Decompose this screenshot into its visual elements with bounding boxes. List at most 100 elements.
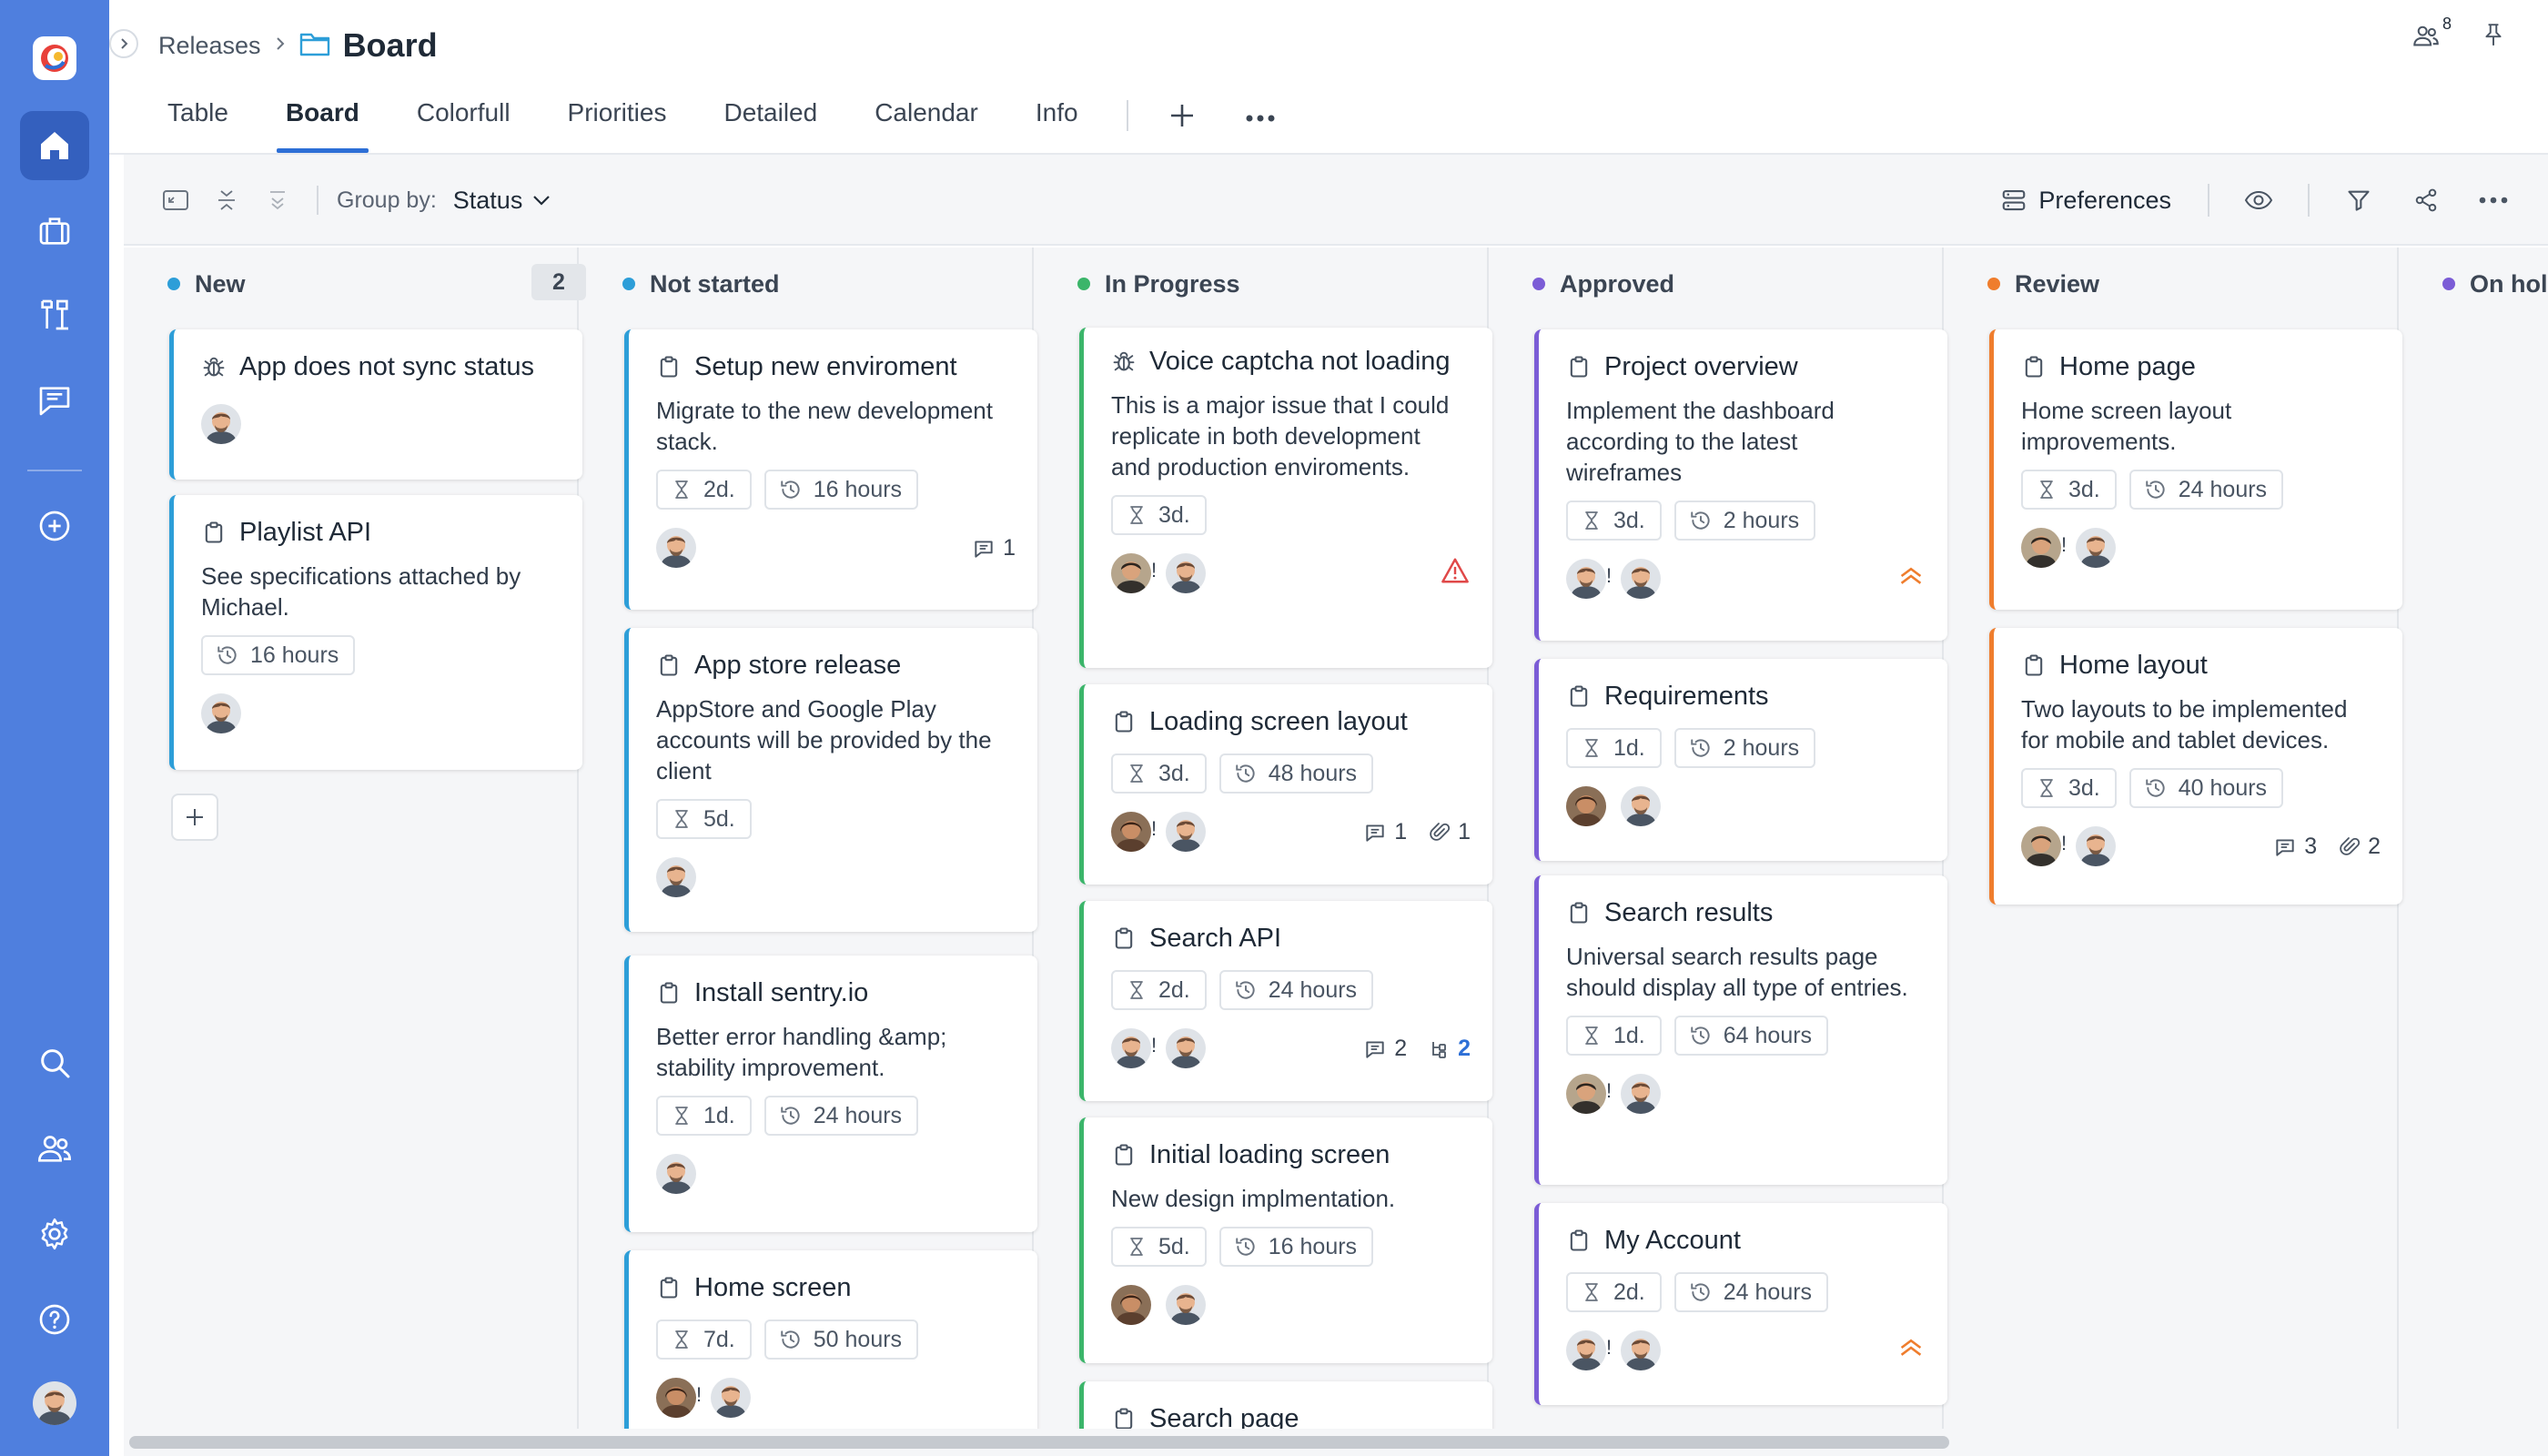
card-description: Implement the dashboard according to the… (1566, 397, 1835, 486)
attachments-count[interactable]: 1 (1429, 819, 1471, 845)
nav-home[interactable] (20, 111, 89, 180)
more-views-button[interactable] (1245, 87, 1276, 135)
reporter-avatar[interactable] (2021, 826, 2061, 866)
reporter-avatar[interactable] (1111, 1285, 1151, 1325)
comments-count[interactable]: 1 (1363, 819, 1407, 845)
reporter-avatar[interactable] (2021, 528, 2061, 568)
task-card[interactable]: Requirements 1d. 2 hours (1534, 659, 1947, 861)
tab-priorities[interactable]: Priorities (568, 87, 667, 153)
task-card[interactable]: Project overview Implement the dashboard… (1534, 329, 1947, 641)
hourglass-icon (1126, 763, 1148, 784)
filter-button[interactable] (2341, 182, 2377, 218)
reporter-avatar[interactable] (1566, 1330, 1606, 1370)
assignee-avatar[interactable] (1166, 1028, 1206, 1068)
chat-icon (39, 387, 70, 416)
chevron-down-icon[interactable] (531, 194, 551, 207)
breadcrumb-parent-link[interactable]: Releases (158, 32, 261, 60)
scrollbar-thumb[interactable] (129, 1436, 1949, 1449)
task-card[interactable]: App does not sync status (169, 329, 582, 480)
task-card[interactable]: Initial loading screen New design implme… (1079, 1117, 1492, 1363)
add-view-button[interactable] (1168, 87, 1196, 141)
tab-calendar[interactable]: Calendar (875, 87, 978, 153)
nav-projects[interactable] (20, 197, 89, 266)
task-card[interactable]: Loading screen layout 3d. 48 hours ! 1 1 (1079, 684, 1492, 885)
assignee-avatar[interactable] (1621, 559, 1661, 599)
task-card[interactable]: Home page Home screen layout improvement… (1989, 329, 2402, 610)
current-user-avatar[interactable] (33, 1381, 76, 1425)
reporter-avatar[interactable] (1111, 1028, 1151, 1068)
task-card[interactable]: My Account 2d. 24 hours ! (1534, 1203, 1947, 1405)
task-card[interactable]: Search page (1079, 1381, 1492, 1429)
nav-settings[interactable] (20, 1199, 89, 1269)
app-logo[interactable] (33, 36, 76, 80)
comments-value: 1 (1394, 819, 1408, 844)
preferences-button[interactable]: Preferences (2000, 187, 2171, 215)
horizontal-scrollbar[interactable] (124, 1429, 2548, 1456)
fit-screen-button[interactable] (160, 185, 191, 216)
assignee-avatar[interactable] (711, 1378, 751, 1418)
add-card-button[interactable] (171, 794, 218, 841)
reporter-avatar[interactable] (1111, 553, 1151, 593)
visibility-button[interactable] (2240, 182, 2277, 218)
assignee-avatar[interactable] (201, 404, 241, 444)
sidebar-expand-button[interactable] (109, 29, 138, 58)
hourglass-icon (1581, 737, 1603, 759)
assignee-avatar[interactable] (1166, 812, 1206, 852)
comments-count[interactable]: 3 (2273, 834, 2317, 860)
reporter-avatar[interactable] (1566, 786, 1606, 826)
tab-board[interactable]: Board (276, 87, 369, 153)
followers-button[interactable]: 8 (2408, 15, 2452, 53)
task-card[interactable]: Playlist API See specifications attached… (169, 495, 582, 770)
assignee-avatar[interactable] (1166, 1285, 1206, 1325)
nav-create[interactable] (20, 491, 89, 561)
task-card[interactable]: App store release AppStore and Google Pl… (624, 628, 1037, 932)
reporter-avatar[interactable] (656, 1378, 696, 1418)
nav-tools[interactable] (20, 280, 89, 349)
comments-count[interactable]: 1 (972, 535, 1016, 561)
toolbar-more-button[interactable] (2475, 182, 2512, 218)
task-card[interactable]: Setup new enviroment Migrate to the new … (624, 329, 1037, 610)
tab-info[interactable]: Info (1036, 87, 1078, 153)
estimate-chip: 2 hours (1673, 728, 1816, 768)
nav-messages[interactable] (20, 366, 89, 435)
share-button[interactable] (2408, 182, 2444, 218)
reporter-avatar[interactable] (1566, 1074, 1606, 1114)
assignee-avatar[interactable] (1166, 553, 1206, 593)
nav-search[interactable] (20, 1028, 89, 1097)
assignee-avatar[interactable] (1621, 786, 1661, 826)
task-card[interactable]: Home screen 7d. 50 hours ! (624, 1250, 1037, 1429)
collapse-all-button[interactable] (211, 185, 242, 216)
task-card[interactable]: Install sentry.io Better error handling … (624, 956, 1037, 1232)
group-by-select[interactable]: Status (453, 187, 523, 215)
task-card[interactable]: Home layout Two layouts to be implemente… (1989, 628, 2402, 905)
column-title: Approved (1560, 269, 1675, 298)
nav-help[interactable] (20, 1285, 89, 1354)
subtasks-count[interactable]: 2 (1429, 1036, 1471, 1062)
assignee-avatar[interactable] (1621, 1330, 1661, 1370)
tab-colorfull[interactable]: Colorfull (417, 87, 511, 153)
expand-all-button[interactable] (262, 185, 293, 216)
attachments-count[interactable]: 2 (2339, 834, 2381, 860)
tools-icon (41, 299, 68, 330)
assignee-avatar[interactable] (201, 693, 241, 733)
tab-detailed[interactable]: Detailed (723, 87, 817, 153)
tab-table[interactable]: Table (167, 87, 228, 153)
comments-count[interactable]: 2 (1363, 1036, 1407, 1062)
assignee-avatar[interactable] (2076, 528, 2116, 568)
task-card[interactable]: Search results Universal search results … (1534, 875, 1947, 1185)
reporter-avatar[interactable] (1111, 812, 1151, 852)
task-card[interactable]: Search API 2d. 24 hours ! 2 2 (1079, 901, 1492, 1101)
gear-icon (41, 1218, 68, 1250)
assignee-avatar[interactable] (656, 857, 696, 897)
reporter-avatar[interactable] (1566, 559, 1606, 599)
card-title: Home layout (2059, 650, 2208, 680)
assignee-avatar[interactable] (656, 1154, 696, 1194)
assignee-avatar[interactable] (1621, 1074, 1661, 1114)
pin-button[interactable] (2475, 16, 2512, 53)
task-card[interactable]: Voice captcha not loading This is a majo… (1079, 328, 1492, 668)
assignee-avatar[interactable] (656, 528, 696, 568)
attachments-value: 1 (1458, 819, 1471, 844)
nav-users[interactable] (20, 1114, 89, 1183)
duration-days: 5d. (703, 805, 735, 832)
assignee-avatar[interactable] (2076, 826, 2116, 866)
